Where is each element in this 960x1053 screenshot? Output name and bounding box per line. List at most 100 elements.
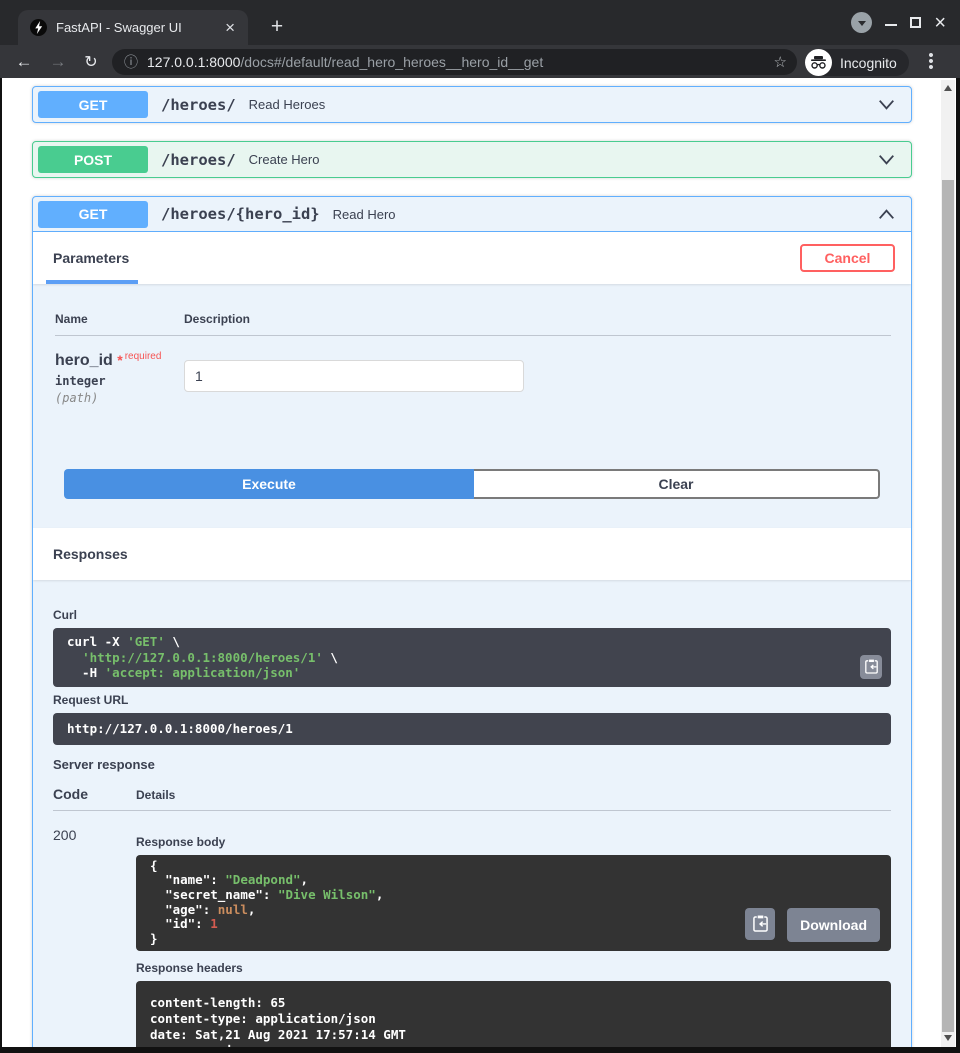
method-badge-post: POST [38, 146, 148, 173]
incognito-icon [805, 49, 832, 76]
parameter-location: (path) [55, 391, 99, 405]
minimize-button[interactable] [885, 23, 898, 26]
response-headers-text: content-length: 65 content-type: applica… [150, 994, 406, 1047]
column-header-name: Name [55, 312, 88, 326]
json-string-value: "Deadpond" [225, 872, 301, 888]
response-table-head: Code Details [53, 786, 891, 811]
parameters-tab[interactable]: Parameters [53, 250, 129, 266]
curl-text: curl -X [67, 634, 128, 649]
required-star: * [117, 352, 123, 368]
chevron-up-icon[interactable] [878, 208, 895, 220]
tab-close-icon[interactable]: × [222, 19, 238, 36]
opblock-post-heroes-header[interactable]: POST /heroes/ Create Hero [33, 142, 911, 177]
parameter-name: hero_id [55, 352, 113, 369]
url-text[interactable]: 127.0.0.1:8000/docs#/default/read_hero_h… [147, 54, 766, 70]
operation-path[interactable]: /heroes/ [161, 151, 236, 169]
json-string-value: "Dive Wilson" [277, 886, 376, 902]
response-headers-label: Response headers [136, 960, 243, 975]
back-button[interactable]: ← [12, 52, 36, 72]
active-tab-underline [46, 280, 138, 284]
parameters-section-header: Parameters Cancel [33, 232, 911, 284]
responses-content: Curl curl -X 'GET' \ 'http://127.0.0.1:8… [33, 580, 911, 1047]
json-key: "secret_name" [165, 886, 263, 902]
curl-command-block: curl -X 'GET' \ 'http://127.0.0.1:8000/h… [53, 628, 891, 687]
opblock-post-heroes: POST /heroes/ Create Hero [32, 141, 912, 178]
parameter-description-cell [184, 351, 891, 405]
browser-window: FastAPI - Swagger UI × + × ← → ↻ ⓘ 127.0… [0, 0, 960, 1053]
response-body-block: { "name": "Deadpond", "secret_name": "Di… [136, 854, 891, 951]
opblock-get-hero-header[interactable]: GET /heroes/{hero_id} Read Hero [33, 197, 911, 232]
column-header-description: Description [184, 312, 251, 326]
bookmark-star-icon[interactable]: ☆ [774, 53, 787, 71]
server-response-label: Server response [53, 756, 155, 772]
close-window-button[interactable]: × [934, 13, 946, 33]
page-scrollbar[interactable] [941, 80, 955, 1047]
request-url-label: Request URL [53, 692, 129, 707]
site-info-icon[interactable]: ⓘ [124, 52, 138, 72]
method-badge-get: GET [38, 200, 148, 228]
fastapi-favicon-icon [30, 19, 47, 36]
required-label: required [124, 351, 162, 362]
scrollbar-thumb[interactable] [942, 180, 954, 1032]
operation-summary: Read Hero [332, 206, 396, 222]
parameters-table: Name Description hero_id * required integ… [55, 312, 891, 405]
incognito-badge: Incognito [805, 49, 909, 76]
response-details-cell: Response body { "name": "Deadpond", "sec… [136, 827, 891, 1047]
browser-tab-active[interactable]: FastAPI - Swagger UI × [18, 10, 248, 45]
responses-title: Responses [53, 546, 128, 562]
scrollbar-down-arrow-icon[interactable] [944, 1035, 952, 1041]
column-header-details: Details [136, 787, 176, 802]
swagger-page: GET /heroes/ Read Heroes POST /heroes/ C… [2, 78, 956, 1047]
parameter-name-cell: hero_id * required integer (path) [55, 351, 184, 405]
json-null-value: null [217, 901, 248, 917]
opblock-get-heroes-header[interactable]: GET /heroes/ Read Heroes [33, 87, 911, 122]
tab-title: FastAPI - Swagger UI [56, 20, 182, 35]
status-code: 200 [53, 826, 77, 843]
chevron-down-icon[interactable] [878, 99, 895, 110]
curl-label: Curl [53, 608, 77, 622]
opblock-get-hero-expanded: GET /heroes/{hero_id} Read Hero Paramete… [32, 196, 912, 1047]
execute-row: Execute Clear [64, 469, 880, 499]
swagger-operations: GET /heroes/ Read Heroes POST /heroes/ C… [32, 86, 912, 1047]
response-body-label: Response body [136, 834, 226, 849]
json-key: "id" [165, 916, 196, 932]
browser-menu-icon[interactable]: • • • [925, 48, 937, 75]
operation-path[interactable]: /heroes/ [161, 96, 236, 114]
window-menu-icon[interactable] [851, 12, 873, 33]
operation-path[interactable]: /heroes/{hero_id} [161, 205, 320, 223]
execute-button[interactable]: Execute [64, 469, 474, 499]
download-button[interactable]: Download [787, 907, 880, 942]
operation-summary: Create Hero [248, 152, 320, 167]
json-key: "name" [165, 872, 211, 888]
request-url-block: http://127.0.0.1:8000/heroes/1 [53, 712, 891, 745]
json-number-value: 1 [210, 916, 218, 932]
parameter-type: integer [55, 374, 106, 388]
incognito-label: Incognito [840, 54, 897, 71]
hero-id-input[interactable] [184, 360, 524, 392]
copy-to-clipboard-button[interactable] [745, 907, 776, 940]
browser-titlebar: FastAPI - Swagger UI × + × [0, 0, 960, 45]
reload-button[interactable]: ↻ [79, 52, 103, 72]
address-bar[interactable]: ⓘ 127.0.0.1:8000/docs#/default/read_hero… [112, 49, 797, 75]
forward-button[interactable]: → [46, 52, 70, 72]
json-key: "age" [165, 901, 203, 917]
clear-button[interactable]: Clear [474, 469, 880, 499]
column-header-code: Code [53, 785, 88, 802]
request-url-text: http://127.0.0.1:8000/heroes/1 [67, 720, 293, 736]
new-tab-button[interactable]: + [264, 14, 290, 40]
copy-to-clipboard-button[interactable] [860, 654, 882, 679]
url-host: 127.0.0.1:8000 [147, 54, 241, 70]
maximize-button[interactable] [910, 17, 922, 28]
response-headers-block: content-length: 65 content-type: applica… [136, 980, 891, 1047]
parameter-row: hero_id * required integer (path) [55, 336, 891, 405]
response-row: 200 Response body { "name": "Deadpond", … [53, 811, 891, 1047]
parameters-table-head: Name Description [55, 312, 891, 336]
responses-section-header: Responses [33, 528, 911, 580]
method-badge-get: GET [38, 91, 148, 118]
scrollbar-up-arrow-icon[interactable] [944, 85, 952, 91]
cancel-button[interactable]: Cancel [800, 244, 895, 272]
chevron-down-icon[interactable] [878, 154, 895, 165]
browser-toolbar: ← → ↻ ⓘ 127.0.0.1:8000/docs#/default/rea… [0, 45, 960, 78]
operation-summary: Read Heroes [248, 97, 326, 112]
opblock-get-heroes: GET /heroes/ Read Heroes [32, 86, 912, 123]
